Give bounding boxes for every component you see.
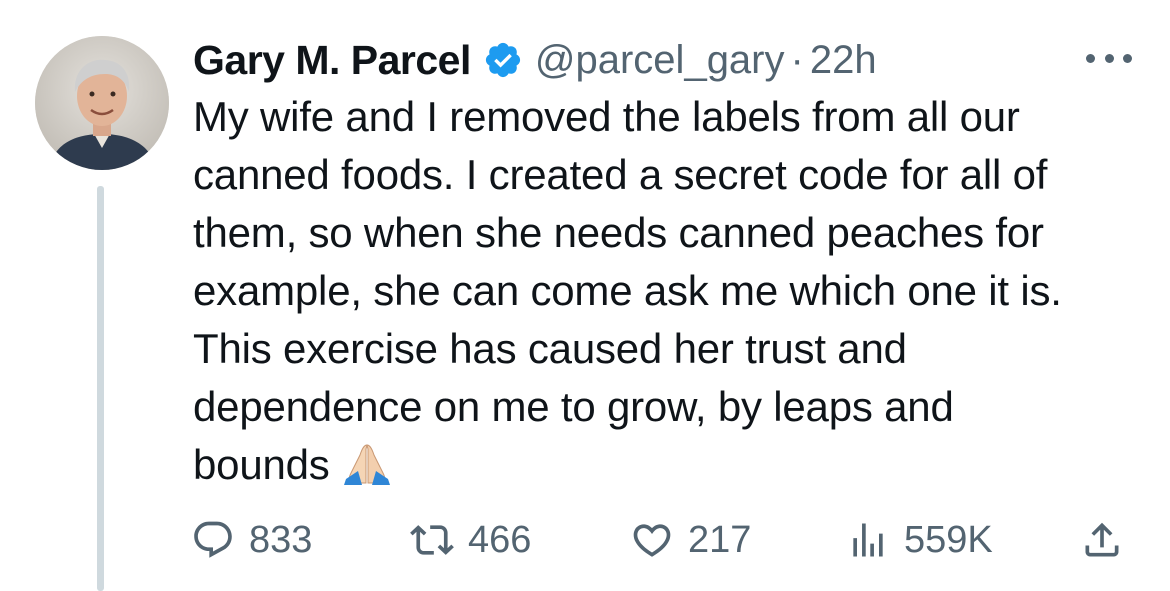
tweet-text-line: My wife and I removed the labels from al… bbox=[193, 93, 1020, 140]
retweet-button[interactable]: 466 bbox=[410, 510, 531, 570]
verified-badge-icon bbox=[483, 40, 523, 80]
reply-icon bbox=[191, 518, 235, 562]
tweet-text-line: dependence on me to grow, by leaps and bbox=[193, 383, 954, 430]
separator-dot: · bbox=[790, 37, 804, 82]
handle[interactable]: @parcel_gary bbox=[535, 38, 785, 83]
tweet[interactable]: Gary M. Parcel @parcel_gary · 22h My wif… bbox=[0, 0, 1170, 591]
tweet-text-line: This exercise has caused her trust and bbox=[193, 325, 907, 372]
like-button[interactable]: 217 bbox=[630, 510, 751, 570]
tweet-text-line-last: bounds bbox=[193, 436, 1148, 494]
avatar-image bbox=[35, 36, 169, 170]
reply-button[interactable]: 833 bbox=[191, 510, 312, 570]
views-button[interactable]: 559K bbox=[846, 510, 993, 570]
folded-hands-emoji-icon bbox=[342, 441, 392, 485]
more-icon[interactable] bbox=[1086, 50, 1132, 66]
views-count: 559K bbox=[904, 518, 993, 561]
tweet-text-line: example, she can come ask me which one i… bbox=[193, 267, 1062, 314]
heart-icon bbox=[630, 518, 674, 562]
like-count: 217 bbox=[688, 518, 752, 561]
reply-count: 833 bbox=[249, 518, 313, 561]
share-icon bbox=[1080, 518, 1124, 562]
more-dot bbox=[1086, 53, 1095, 63]
tweet-text-line: them, so when she needs canned peaches f… bbox=[193, 209, 1044, 256]
tweet-text-line-last-text: bounds bbox=[193, 441, 330, 488]
more-dot bbox=[1104, 53, 1114, 63]
tweet-text: My wife and I removed the labels from al… bbox=[193, 88, 1148, 494]
timestamp[interactable]: 22h bbox=[810, 38, 877, 83]
tweet-header: Gary M. Parcel @parcel_gary · 22h bbox=[193, 30, 877, 90]
retweet-count: 466 bbox=[468, 518, 532, 561]
action-bar: 833 466 217 559K bbox=[0, 510, 1170, 570]
tweet-text-line: canned foods. I created a secret code fo… bbox=[193, 151, 1048, 198]
more-dot bbox=[1123, 53, 1132, 63]
views-icon bbox=[846, 518, 890, 562]
retweet-icon bbox=[410, 518, 454, 562]
avatar[interactable] bbox=[35, 36, 169, 170]
display-name[interactable]: Gary M. Parcel bbox=[193, 37, 471, 84]
share-button[interactable] bbox=[1080, 510, 1124, 570]
